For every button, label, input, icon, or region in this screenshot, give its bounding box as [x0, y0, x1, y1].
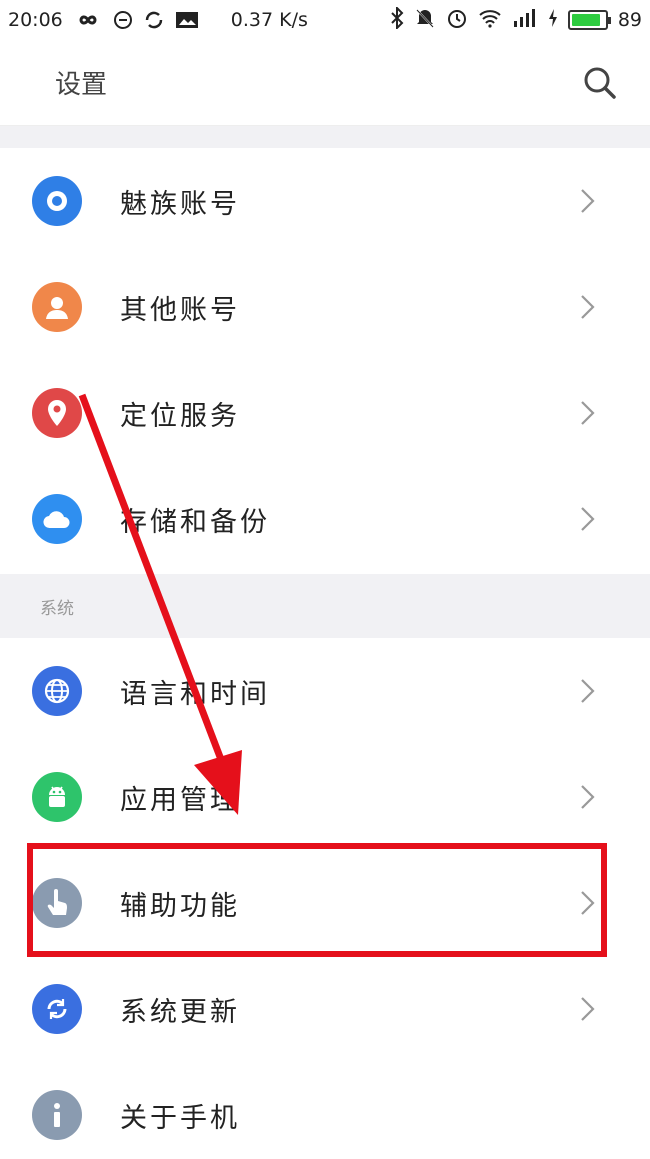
signal-icon	[512, 8, 538, 33]
section-divider	[0, 126, 650, 148]
person-icon	[32, 282, 82, 332]
settings-item-other-accounts[interactable]: 其他账号	[0, 254, 650, 360]
net-speed: 0.37 K/s	[230, 9, 308, 31]
chevron-right-icon	[581, 785, 595, 809]
update-icon	[32, 984, 82, 1034]
info-icon	[32, 1090, 82, 1140]
alarm-icon	[446, 7, 468, 34]
system-list: 语言和时间 应用管理 辅助功能 系统更新 关于手机	[0, 638, 650, 1159]
chevron-right-icon	[581, 295, 595, 319]
infinity-icon	[73, 11, 103, 29]
chevron-right-icon	[581, 401, 595, 425]
settings-item-accessibility[interactable]: 辅助功能	[0, 850, 650, 956]
sync-icon	[143, 9, 165, 31]
globe-icon	[32, 666, 82, 716]
accounts-list: 魅族账号 其他账号 定位服务 存储和备份	[0, 148, 650, 572]
settings-item-flyme-account[interactable]: 魅族账号	[0, 148, 650, 254]
settings-item-storage-backup[interactable]: 存储和备份	[0, 466, 650, 572]
chevron-right-icon	[581, 507, 595, 531]
item-label: 系统更新	[120, 996, 240, 1028]
status-bar: 20:06 0.37 K/s 89	[0, 0, 650, 40]
image-icon	[175, 10, 199, 30]
page-title: 设置	[55, 70, 108, 100]
section-title: 系统	[40, 598, 74, 619]
battery-percent: 89	[617, 9, 642, 31]
item-label: 语言和时间	[120, 678, 270, 710]
android-icon	[32, 772, 82, 822]
wifi-icon	[478, 8, 502, 33]
settings-item-about-phone[interactable]: 关于手机	[0, 1062, 650, 1159]
battery-icon	[567, 10, 611, 30]
page-header: 设置	[0, 40, 650, 126]
search-icon	[584, 67, 616, 99]
settings-item-location[interactable]: 定位服务	[0, 360, 650, 466]
settings-item-app-management[interactable]: 应用管理	[0, 744, 650, 850]
search-button[interactable]	[578, 61, 622, 105]
location-pin-icon	[32, 388, 82, 438]
charging-icon	[548, 8, 558, 32]
status-time: 20:06	[8, 9, 63, 31]
battery-level	[571, 14, 601, 26]
item-label: 魅族账号	[120, 188, 240, 220]
item-label: 其他账号	[120, 294, 240, 326]
cloud-icon	[32, 494, 82, 544]
settings-item-language-time[interactable]: 语言和时间	[0, 638, 650, 744]
flyme-account-icon	[32, 176, 82, 226]
bluetooth-icon	[390, 5, 404, 34]
item-label: 辅助功能	[120, 890, 240, 922]
item-label: 定位服务	[120, 400, 240, 432]
item-label: 关于手机	[120, 1102, 240, 1134]
mute-icon	[414, 7, 436, 34]
chevron-right-icon	[581, 679, 595, 703]
item-label: 存储和备份	[120, 506, 270, 538]
chevron-right-icon	[581, 189, 595, 213]
settings-item-system-update[interactable]: 系统更新	[0, 956, 650, 1062]
chevron-right-icon	[581, 997, 595, 1021]
chevron-right-icon	[581, 891, 595, 915]
item-label: 应用管理	[120, 784, 240, 816]
notification-icon	[113, 10, 133, 30]
hand-pointer-icon	[32, 878, 82, 928]
section-header-system: 系统	[0, 574, 650, 638]
